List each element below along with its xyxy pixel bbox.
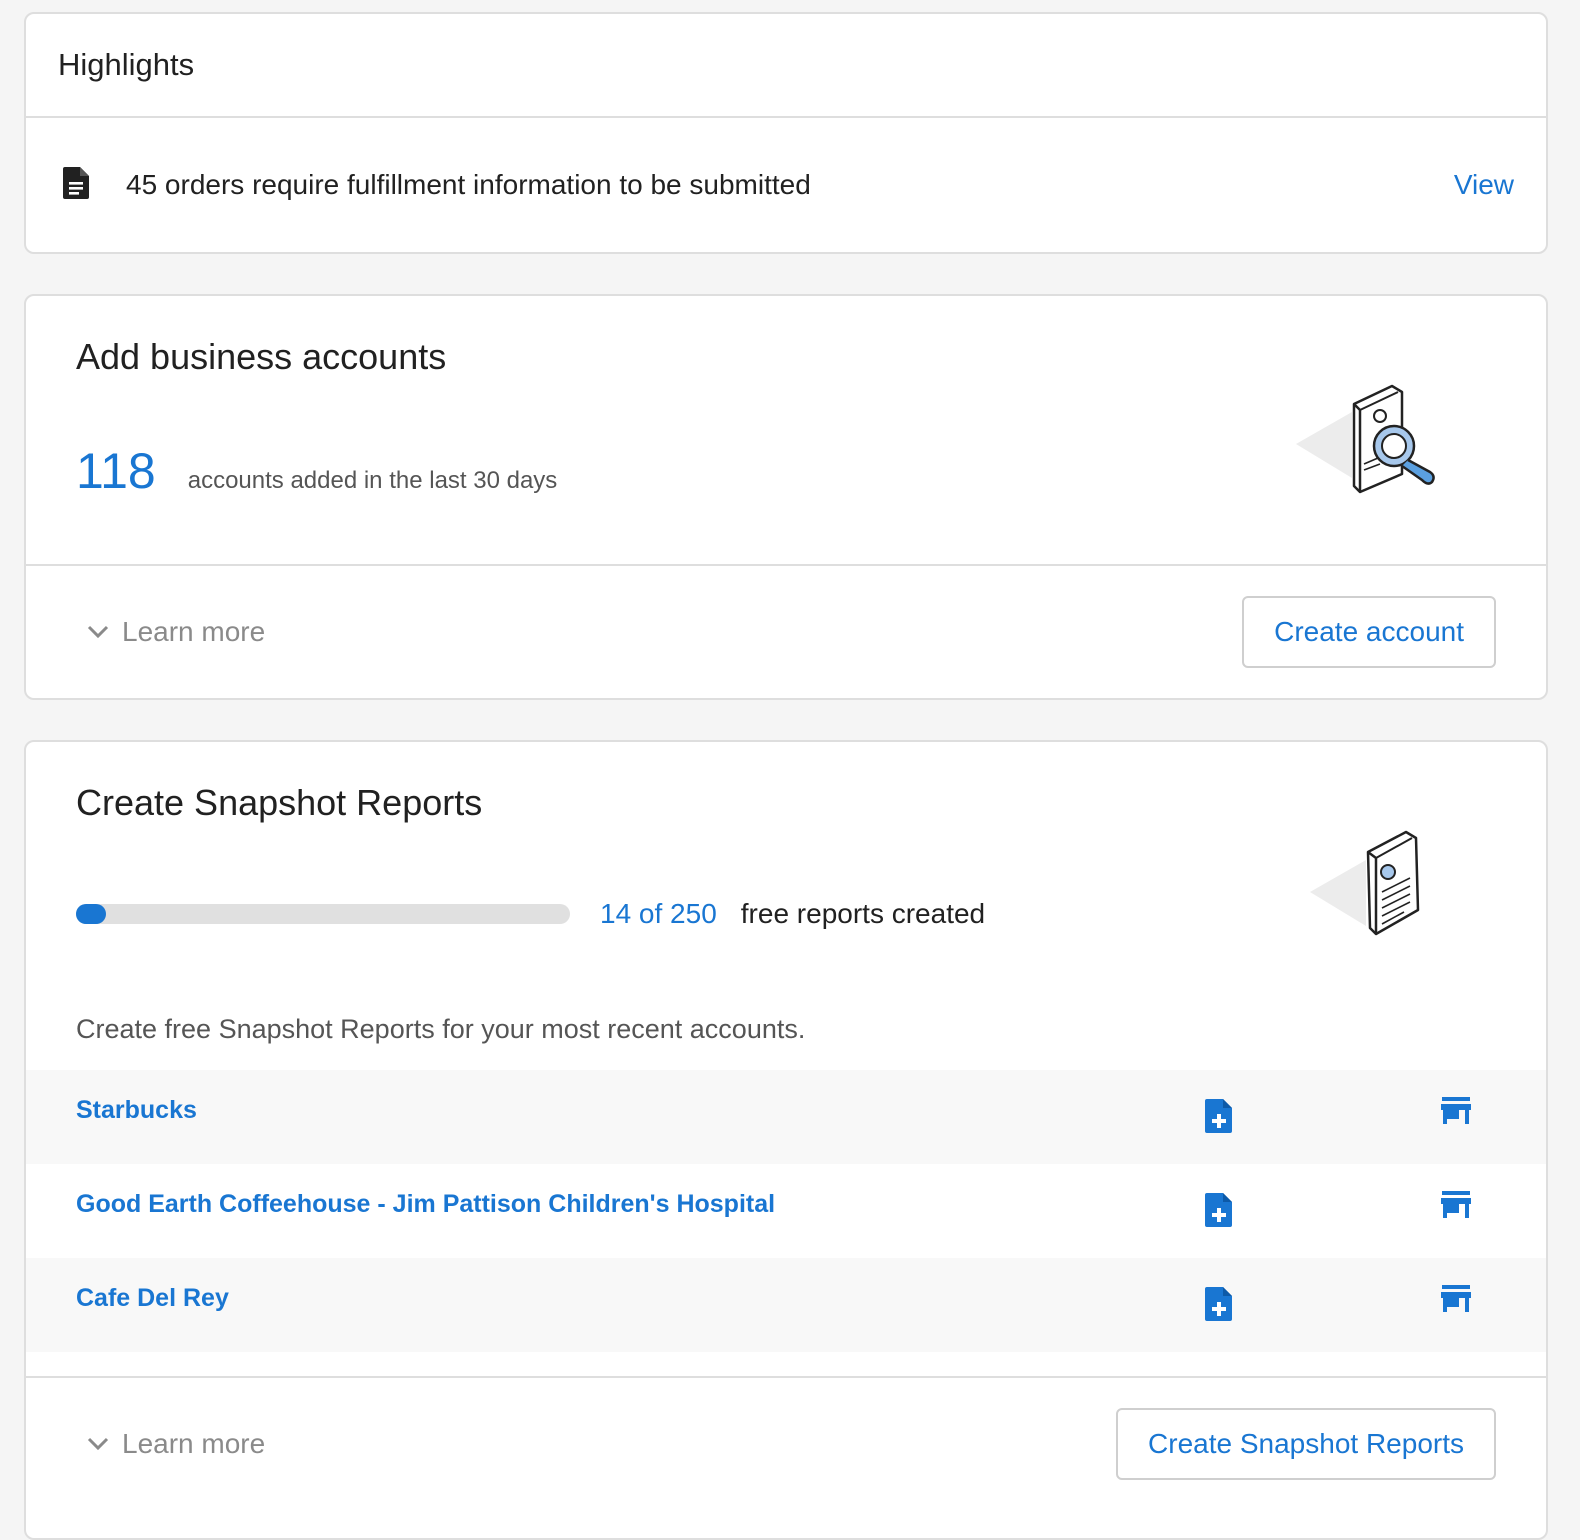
learn-more-label: Learn more: [122, 1428, 266, 1459]
create-snapshot-reports-button[interactable]: Create Snapshot Reports: [1116, 1408, 1496, 1480]
recent-accounts-list: Starbucks Good Earth Coffeehouse - Jim P…: [26, 1070, 1546, 1352]
account-name-link[interactable]: Good Earth Coffeehouse - Jim Pattison Ch…: [76, 1190, 1546, 1219]
list-item: Good Earth Coffeehouse - Jim Pattison Ch…: [26, 1164, 1546, 1258]
card-title: Create Snapshot Reports: [76, 782, 483, 823]
add-report-icon[interactable]: [1204, 1192, 1234, 1233]
store-icon[interactable]: [1440, 1096, 1472, 1131]
accounts-footer: Learn more Create account: [26, 564, 1546, 698]
snapshot-description: Create free Snapshot Reports for your mo…: [76, 1014, 806, 1044]
add-report-icon[interactable]: [1204, 1286, 1234, 1327]
progress-bar-fill: [76, 904, 106, 924]
snapshot-footer: Learn more Create Snapshot Reports: [26, 1376, 1546, 1510]
progress-bar: [76, 904, 570, 924]
list-item: Cafe Del Rey: [26, 1258, 1546, 1352]
progress-count: 14 of 250: [600, 898, 717, 929]
create-account-button[interactable]: Create account: [1242, 596, 1496, 668]
store-icon[interactable]: [1440, 1190, 1472, 1225]
progress-suffix: free reports created: [740, 898, 986, 929]
snapshot-reports-card: Create Snapshot Reports 14 of 250 free r…: [24, 740, 1548, 1540]
accounts-count: 118: [76, 443, 156, 499]
learn-more-toggle[interactable]: Learn more: [86, 616, 265, 648]
account-search-illustration: [1294, 382, 1454, 507]
card-title: Add business accounts: [76, 336, 447, 377]
highlights-card: Highlights 45 orders require fulfillment…: [24, 12, 1548, 254]
account-name-link[interactable]: Starbucks: [76, 1096, 1546, 1125]
chevron-down-icon: [87, 625, 109, 639]
account-name-link[interactable]: Cafe Del Rey: [76, 1284, 1546, 1313]
reports-progress: 14 of 250 free reports created: [76, 898, 985, 930]
learn-more-label: Learn more: [122, 616, 266, 647]
document-icon: [62, 166, 90, 205]
highlights-title: Highlights: [26, 14, 1546, 118]
add-report-icon[interactable]: [1204, 1098, 1234, 1139]
highlight-item: 45 orders require fulfillment informatio…: [26, 118, 1546, 252]
chevron-down-icon: [87, 1437, 109, 1451]
store-icon[interactable]: [1440, 1284, 1472, 1319]
highlight-message: 45 orders require fulfillment informatio…: [126, 169, 811, 200]
view-link[interactable]: View: [1454, 169, 1514, 201]
learn-more-toggle[interactable]: Learn more: [86, 1428, 265, 1460]
accounts-stat: 118 accounts added in the last 30 days: [76, 442, 557, 500]
add-business-accounts-card: Add business accounts 118 accounts added…: [24, 294, 1548, 700]
report-document-illustration: [1308, 828, 1448, 945]
accounts-count-label: accounts added in the last 30 days: [187, 467, 558, 494]
list-item: Starbucks: [26, 1070, 1546, 1164]
